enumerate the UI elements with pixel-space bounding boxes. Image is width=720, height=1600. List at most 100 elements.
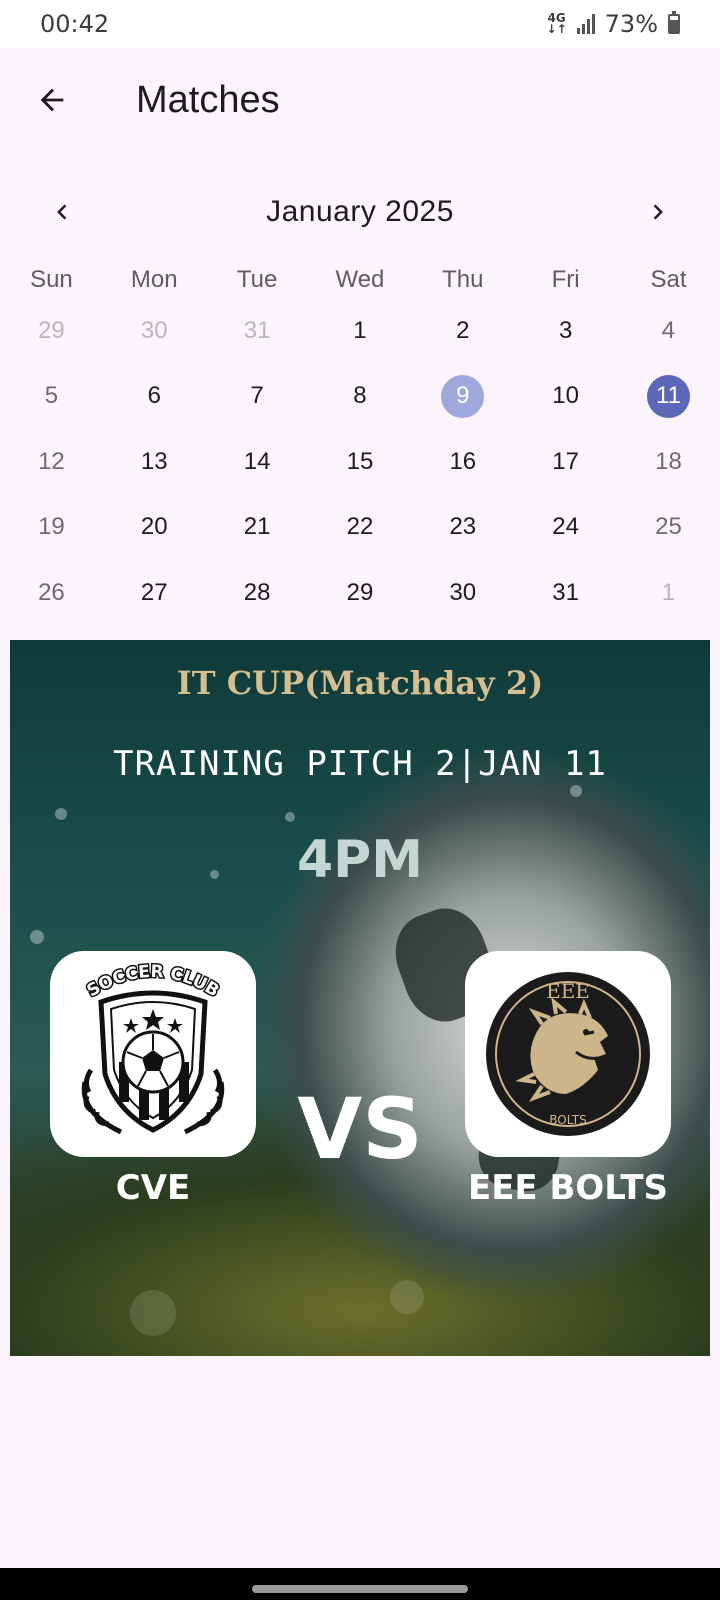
away-team-name: EEE BOLTS bbox=[467, 1168, 669, 1208]
calendar-day-label: 15 bbox=[346, 447, 374, 475]
calendar-day-label: 18 bbox=[655, 447, 682, 475]
calendar-day-label: 3 bbox=[558, 316, 573, 344]
calendar-day[interactable]: 6 bbox=[103, 375, 206, 441]
battery-icon bbox=[668, 11, 680, 34]
calendar-day[interactable]: 31 bbox=[206, 309, 309, 375]
competition-title: IT CUP(Matchday 2) bbox=[176, 664, 544, 702]
calendar-day[interactable]: 20 bbox=[103, 506, 206, 572]
calendar-day-label: 6 bbox=[147, 382, 161, 410]
calendar-day[interactable]: 23 bbox=[411, 506, 514, 572]
bokeh-dot bbox=[55, 808, 67, 820]
vs-label: VS bbox=[297, 1080, 423, 1178]
calendar-day-label: 26 bbox=[38, 578, 65, 606]
calendar-day-label: 30 bbox=[140, 316, 168, 344]
calendar-day[interactable]: 19 bbox=[0, 506, 103, 572]
calendar-day-label: 22 bbox=[346, 513, 374, 541]
calendar-day[interactable]: 29 bbox=[309, 571, 412, 637]
chevron-right-icon bbox=[653, 204, 663, 220]
calendar-day[interactable]: 28 bbox=[206, 571, 309, 637]
arrow-back-icon bbox=[40, 88, 64, 112]
calendar-day[interactable]: 30 bbox=[103, 309, 206, 375]
calendar-day[interactable]: 15 bbox=[309, 440, 412, 506]
calendar-day-label: 13 bbox=[140, 447, 168, 475]
calendar-day-label: 31 bbox=[552, 578, 579, 606]
calendar-day-label: 31 bbox=[243, 316, 271, 344]
calendar-day[interactable]: 4 bbox=[617, 309, 720, 375]
weekday-label: Tue bbox=[236, 266, 278, 293]
calendar-days-grid: 29 30 31 1 2 3 4 5 6 7 8 9 10 11 12 13 14 15 16 17 18 19 20 21 2… bbox=[0, 309, 720, 637]
calendar-day-label: 20 bbox=[140, 513, 168, 541]
calendar-day[interactable]: 18 bbox=[617, 440, 720, 506]
bokeh-dot bbox=[130, 1290, 176, 1336]
status-bar: 00:42 4G ↓↑ 73% bbox=[0, 0, 720, 48]
calendar-day-label: 21 bbox=[243, 513, 271, 541]
calendar-day-label: 8 bbox=[353, 382, 367, 410]
calendar-day-label: 19 bbox=[38, 513, 65, 541]
calendar-day[interactable]: 21 bbox=[206, 506, 309, 572]
calendar-day[interactable]: 31 bbox=[514, 571, 617, 637]
match-card[interactable]: IT CUP(Matchday 2) TRAINING PITCH 2|JAN … bbox=[10, 640, 710, 1356]
calendar-day[interactable]: 8 bbox=[309, 375, 412, 441]
calendar-day-label: 24 bbox=[552, 513, 579, 541]
month-title: January 2025 bbox=[266, 195, 454, 228]
calendar-day[interactable]: 7 bbox=[206, 375, 309, 441]
calendar-day-label: 23 bbox=[449, 513, 477, 541]
bokeh-dot bbox=[570, 785, 582, 797]
calendar-day-label: 2 bbox=[456, 316, 470, 344]
calendar-day-label: 30 bbox=[449, 578, 477, 606]
calendar-day[interactable]: 16 bbox=[411, 440, 514, 506]
calendar-day[interactable]: 25 bbox=[617, 506, 720, 572]
calendar-day-selected[interactable]: 11 bbox=[617, 374, 720, 441]
calendar-day[interactable]: 1 bbox=[309, 309, 412, 375]
calendar-day[interactable]: 29 bbox=[0, 309, 103, 375]
weekday-label: Sat bbox=[650, 266, 687, 293]
calendar-day[interactable]: 17 bbox=[514, 440, 617, 506]
calendar-day[interactable]: 27 bbox=[103, 571, 206, 637]
weekday-row: Sun Mon Tue Wed Thu Fri Sat bbox=[0, 266, 720, 306]
weekday-label: Mon bbox=[130, 266, 178, 293]
calendar-day[interactable]: 10 bbox=[514, 375, 617, 441]
calendar-day[interactable]: 22 bbox=[309, 506, 412, 572]
bokeh-dot bbox=[285, 812, 295, 822]
calendar-day[interactable]: 13 bbox=[103, 440, 206, 506]
calendar-day[interactable]: 5 bbox=[0, 375, 103, 441]
page-title: Matches bbox=[136, 78, 280, 121]
data-arrows: ↓↑ bbox=[546, 22, 567, 36]
calendar-day[interactable]: 12 bbox=[0, 440, 103, 506]
kickoff-time: 4PM bbox=[296, 830, 424, 890]
calendar-day[interactable]: 26 bbox=[0, 571, 103, 637]
calendar-day[interactable]: 1 bbox=[617, 571, 720, 637]
battery-percent: 73% bbox=[604, 10, 658, 38]
back-button[interactable] bbox=[20, 68, 84, 132]
calendar-header: January 2025 bbox=[0, 180, 720, 244]
battery-fill bbox=[670, 20, 678, 32]
calendar-day-label: 1 bbox=[353, 316, 367, 344]
bokeh-dot bbox=[30, 930, 44, 944]
calendar-day-label: 1 bbox=[661, 578, 676, 606]
calendar-day-today[interactable]: 9 bbox=[411, 374, 514, 441]
previous-month-button[interactable] bbox=[40, 190, 84, 234]
calendar-day-label: 17 bbox=[552, 447, 579, 475]
weekday-label: Wed bbox=[335, 266, 385, 293]
calendar-day-label: 5 bbox=[44, 382, 59, 410]
network-type-icon: 4G ↓↑ bbox=[546, 12, 567, 36]
calendar-day-label: 12 bbox=[38, 447, 65, 475]
calendar-day[interactable]: 14 bbox=[206, 440, 309, 506]
calendar-day-label: 11 bbox=[646, 374, 690, 418]
venue-date: TRAINING PITCH 2|JAN 11 bbox=[113, 744, 607, 784]
calendar-day[interactable]: 24 bbox=[514, 506, 617, 572]
home-gesture-handle[interactable] bbox=[252, 1585, 468, 1593]
calendar-day-label: 28 bbox=[243, 578, 271, 606]
next-month-button[interactable] bbox=[636, 190, 680, 234]
calendar-day-label: 16 bbox=[449, 447, 477, 475]
calendar-day[interactable]: 30 bbox=[411, 571, 514, 637]
calendar-day-label: 10 bbox=[552, 382, 579, 410]
status-icons: 4G ↓↑ 73% bbox=[547, 10, 680, 38]
calendar-day[interactable]: 2 bbox=[411, 309, 514, 375]
status-time: 00:42 bbox=[40, 10, 110, 38]
calendar-day-label: 29 bbox=[346, 578, 374, 606]
calendar-day-label: 4 bbox=[661, 316, 676, 344]
calendar-day[interactable]: 3 bbox=[514, 309, 617, 375]
calendar-day-label: 7 bbox=[250, 382, 264, 410]
app-bar: Matches bbox=[0, 48, 720, 152]
